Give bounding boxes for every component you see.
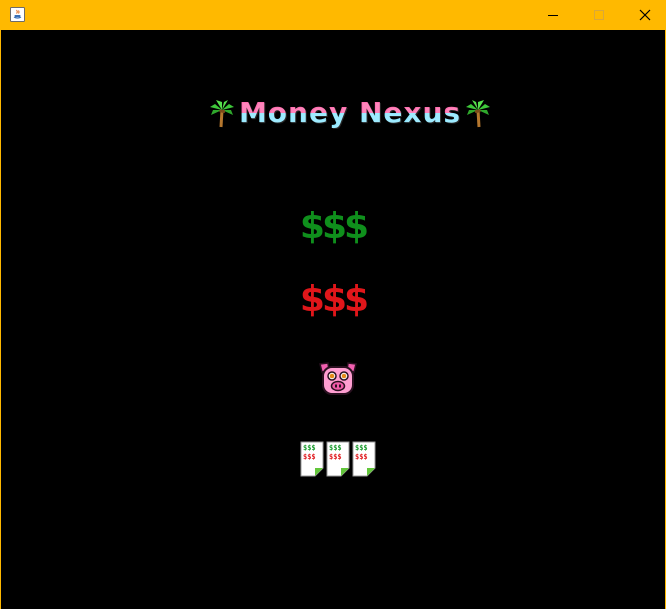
receipts-stack[interactable]: $$$ $$$ $$$ $$$ $$$ $$$	[300, 441, 378, 478]
receipt-red-mark: $$$	[355, 453, 368, 461]
receipt-icon: $$$ $$$	[326, 441, 350, 477]
minimize-button[interactable]	[530, 0, 576, 30]
java-app-icon	[10, 7, 25, 22]
receipt-icon: $$$ $$$	[352, 441, 376, 477]
maximize-button[interactable]	[576, 0, 622, 30]
minimize-icon	[548, 15, 558, 16]
app-window: Money Nexus $$$ $$$ $$$ $$$ $$$ $$$ $$$ …	[0, 0, 666, 609]
game-title: Money Nexus	[238, 96, 462, 129]
receipt-icon: $$$ $$$	[300, 441, 324, 477]
close-button[interactable]	[622, 0, 666, 30]
maximize-icon	[594, 10, 604, 20]
receipt-red-mark: $$$	[329, 453, 342, 461]
red-money-button[interactable]: $$$	[1, 280, 665, 320]
close-icon	[639, 9, 651, 21]
green-money-button[interactable]: $$$	[1, 207, 665, 247]
receipt-green-mark: $$$	[303, 444, 316, 452]
game-title-banner: Money Nexus	[207, 96, 493, 130]
piggy-bank-pig-icon[interactable]	[317, 360, 359, 398]
receipt-green-mark: $$$	[355, 444, 368, 452]
receipt-green-mark: $$$	[329, 444, 342, 452]
palm-tree-icon	[210, 100, 234, 128]
game-panel: Money Nexus $$$ $$$ $$$ $$$ $$$ $$$ $$$ …	[1, 30, 665, 609]
title-bar[interactable]	[1, 0, 665, 30]
palm-tree-icon	[465, 100, 490, 128]
receipt-red-mark: $$$	[303, 453, 316, 461]
